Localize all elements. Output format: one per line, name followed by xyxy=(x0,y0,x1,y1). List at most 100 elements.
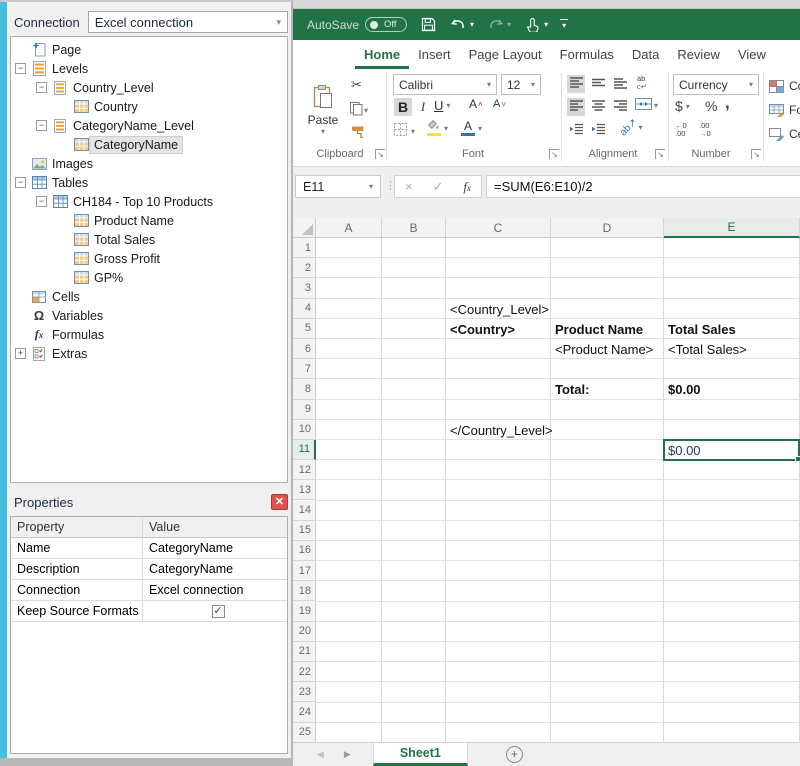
merge-center-button[interactable]: ▾ xyxy=(635,98,658,113)
tree-item-images[interactable]: Images xyxy=(11,154,287,173)
column-header-a[interactable]: A xyxy=(316,218,382,238)
row-header-21[interactable]: 21 xyxy=(293,642,316,662)
autosave-toggle[interactable]: Off xyxy=(365,17,407,32)
font-dialog-launcher-icon[interactable]: ↘ xyxy=(549,149,559,159)
wrap-text-button[interactable]: abc↵ xyxy=(637,75,647,91)
ribbon-tab-review[interactable]: Review xyxy=(668,47,729,69)
row-header-1[interactable]: 1 xyxy=(293,238,316,258)
increase-indent-button[interactable] xyxy=(589,122,607,140)
ribbon-tab-home[interactable]: Home xyxy=(355,47,409,69)
percent-style-button[interactable]: % xyxy=(705,98,717,114)
ribbon-tab-page-layout[interactable]: Page Layout xyxy=(460,47,551,69)
cell-styles-button[interactable]: Cell xyxy=(767,125,800,143)
row-header-4[interactable]: 4 xyxy=(293,299,316,319)
collapse-icon[interactable]: − xyxy=(36,120,47,131)
chevron-down-icon[interactable]: ▾ xyxy=(411,127,415,136)
tree-item-extras[interactable]: +Extras xyxy=(11,344,287,363)
row-header-6[interactable]: 6 xyxy=(293,339,316,359)
tree-item-product-name[interactable]: Product Name xyxy=(11,211,287,230)
property-value[interactable]: CategoryName xyxy=(143,559,287,579)
row-header-25[interactable]: 25 xyxy=(293,723,316,743)
name-box[interactable]: E11 ▾ xyxy=(295,175,381,198)
paste-button[interactable]: Paste ▾ xyxy=(301,73,345,147)
cell-c5[interactable]: <Country> xyxy=(446,319,515,340)
cell-e5[interactable]: Total Sales xyxy=(664,319,736,340)
save-button[interactable] xyxy=(419,16,437,34)
tree-item-formulas[interactable]: fxFormulas xyxy=(11,325,287,344)
top-align-button[interactable] xyxy=(567,75,585,93)
selected-cell-outline[interactable] xyxy=(663,439,800,461)
decrease-font-size-button[interactable]: A˅ xyxy=(493,98,506,110)
sheet-nav-left-icon[interactable]: ◀ xyxy=(317,749,324,760)
column-header-c[interactable]: C xyxy=(446,218,551,238)
row-header-20[interactable]: 20 xyxy=(293,622,316,642)
new-sheet-button[interactable]: + xyxy=(506,746,523,763)
ribbon-tab-formulas[interactable]: Formulas xyxy=(551,47,623,69)
ribbon-tab-insert[interactable]: Insert xyxy=(409,47,460,69)
collapse-icon[interactable]: − xyxy=(36,196,47,207)
cell-e6[interactable]: <Total Sales> xyxy=(664,339,747,360)
cell-d5[interactable]: Product Name xyxy=(551,319,643,340)
spreadsheet-grid[interactable]: 1234567891011121314151617181920212223242… xyxy=(293,238,800,742)
font-name-combo[interactable]: Calibri▾ xyxy=(393,74,497,95)
tree-item-gp[interactable]: GP% xyxy=(11,268,287,287)
tree-item-levels[interactable]: −Levels xyxy=(11,59,287,78)
comma-style-button[interactable]: , xyxy=(725,93,730,113)
tree-item-country-level[interactable]: −Country_Level xyxy=(11,78,287,97)
chevron-down-icon[interactable]: ▾ xyxy=(470,20,474,29)
row-header-16[interactable]: 16 xyxy=(293,541,316,561)
bottom-align-button[interactable] xyxy=(611,75,629,93)
fill-handle[interactable] xyxy=(795,456,800,462)
checkbox-checked-icon[interactable]: ✓ xyxy=(212,605,225,618)
row-header-7[interactable]: 7 xyxy=(293,359,316,379)
tree-item-ch184-top-10-products[interactable]: −CH184 - Top 10 Products xyxy=(11,192,287,211)
select-all-corner[interactable] xyxy=(293,218,316,238)
column-header-b[interactable]: B xyxy=(382,218,446,238)
touch-mouse-mode-button[interactable]: ▾ xyxy=(523,16,548,34)
cell-d6[interactable]: <Product Name> xyxy=(551,339,653,360)
font-color-button[interactable]: A▾ xyxy=(461,120,482,136)
autosave-control[interactable]: AutoSave Off xyxy=(307,17,407,32)
row-header-5[interactable]: 5 xyxy=(293,319,316,339)
row-header-11[interactable]: 11 xyxy=(293,440,316,460)
column-header-d[interactable]: D xyxy=(551,218,664,238)
row-header-8[interactable]: 8 xyxy=(293,379,316,399)
insert-function-icon[interactable]: fx xyxy=(463,179,471,195)
chevron-down-icon[interactable]: ▾ xyxy=(686,102,690,111)
orientation-button[interactable]: ab↗▾ xyxy=(619,122,643,133)
underline-button[interactable]: U▾ xyxy=(434,98,450,113)
chevron-down-icon[interactable]: ▾ xyxy=(544,20,548,29)
cell-c10[interactable]: </Country_Level> xyxy=(446,420,553,441)
sheet-nav-right-icon[interactable]: ▶ xyxy=(344,749,351,760)
format-as-table-button[interactable]: Form xyxy=(767,101,800,119)
row-header-2[interactable]: 2 xyxy=(293,258,316,278)
increase-decimal-button[interactable]: ←0.00 xyxy=(675,122,687,138)
format-painter-button[interactable] xyxy=(351,125,365,143)
row-header-15[interactable]: 15 xyxy=(293,521,316,541)
align-left-button[interactable] xyxy=(567,98,585,116)
clipboard-dialog-launcher-icon[interactable]: ↘ xyxy=(375,149,385,159)
cut-button[interactable]: ✂ xyxy=(351,77,362,93)
tree-item-cells[interactable]: Cells xyxy=(11,287,287,306)
middle-align-button[interactable] xyxy=(589,75,607,93)
chevron-down-icon[interactable]: ▾ xyxy=(654,101,658,110)
font-size-combo[interactable]: 12▾ xyxy=(501,74,541,95)
align-right-button[interactable] xyxy=(611,98,629,116)
collapse-icon[interactable]: − xyxy=(15,177,26,188)
row-header-19[interactable]: 19 xyxy=(293,601,316,621)
property-value[interactable]: CategoryName xyxy=(143,538,287,558)
chevron-down-icon[interactable]: ▾ xyxy=(444,124,448,133)
chevron-down-icon[interactable]: ▾ xyxy=(446,101,450,110)
close-icon[interactable]: ✕ xyxy=(271,494,288,510)
collapse-icon[interactable]: − xyxy=(15,63,26,74)
row-header-12[interactable]: 12 xyxy=(293,460,316,480)
row-header-10[interactable]: 10 xyxy=(293,420,316,440)
formula-input[interactable]: =SUM(E6:E10)/2 xyxy=(486,175,800,198)
ribbon-tab-view[interactable]: View xyxy=(729,47,775,69)
alignment-dialog-launcher-icon[interactable]: ↘ xyxy=(655,149,665,159)
row-header-23[interactable]: 23 xyxy=(293,682,316,702)
bold-button[interactable]: B xyxy=(394,98,412,116)
accounting-format-button[interactable]: $▾ xyxy=(675,98,690,114)
expand-icon[interactable]: + xyxy=(15,348,26,359)
row-header-18[interactable]: 18 xyxy=(293,581,316,601)
